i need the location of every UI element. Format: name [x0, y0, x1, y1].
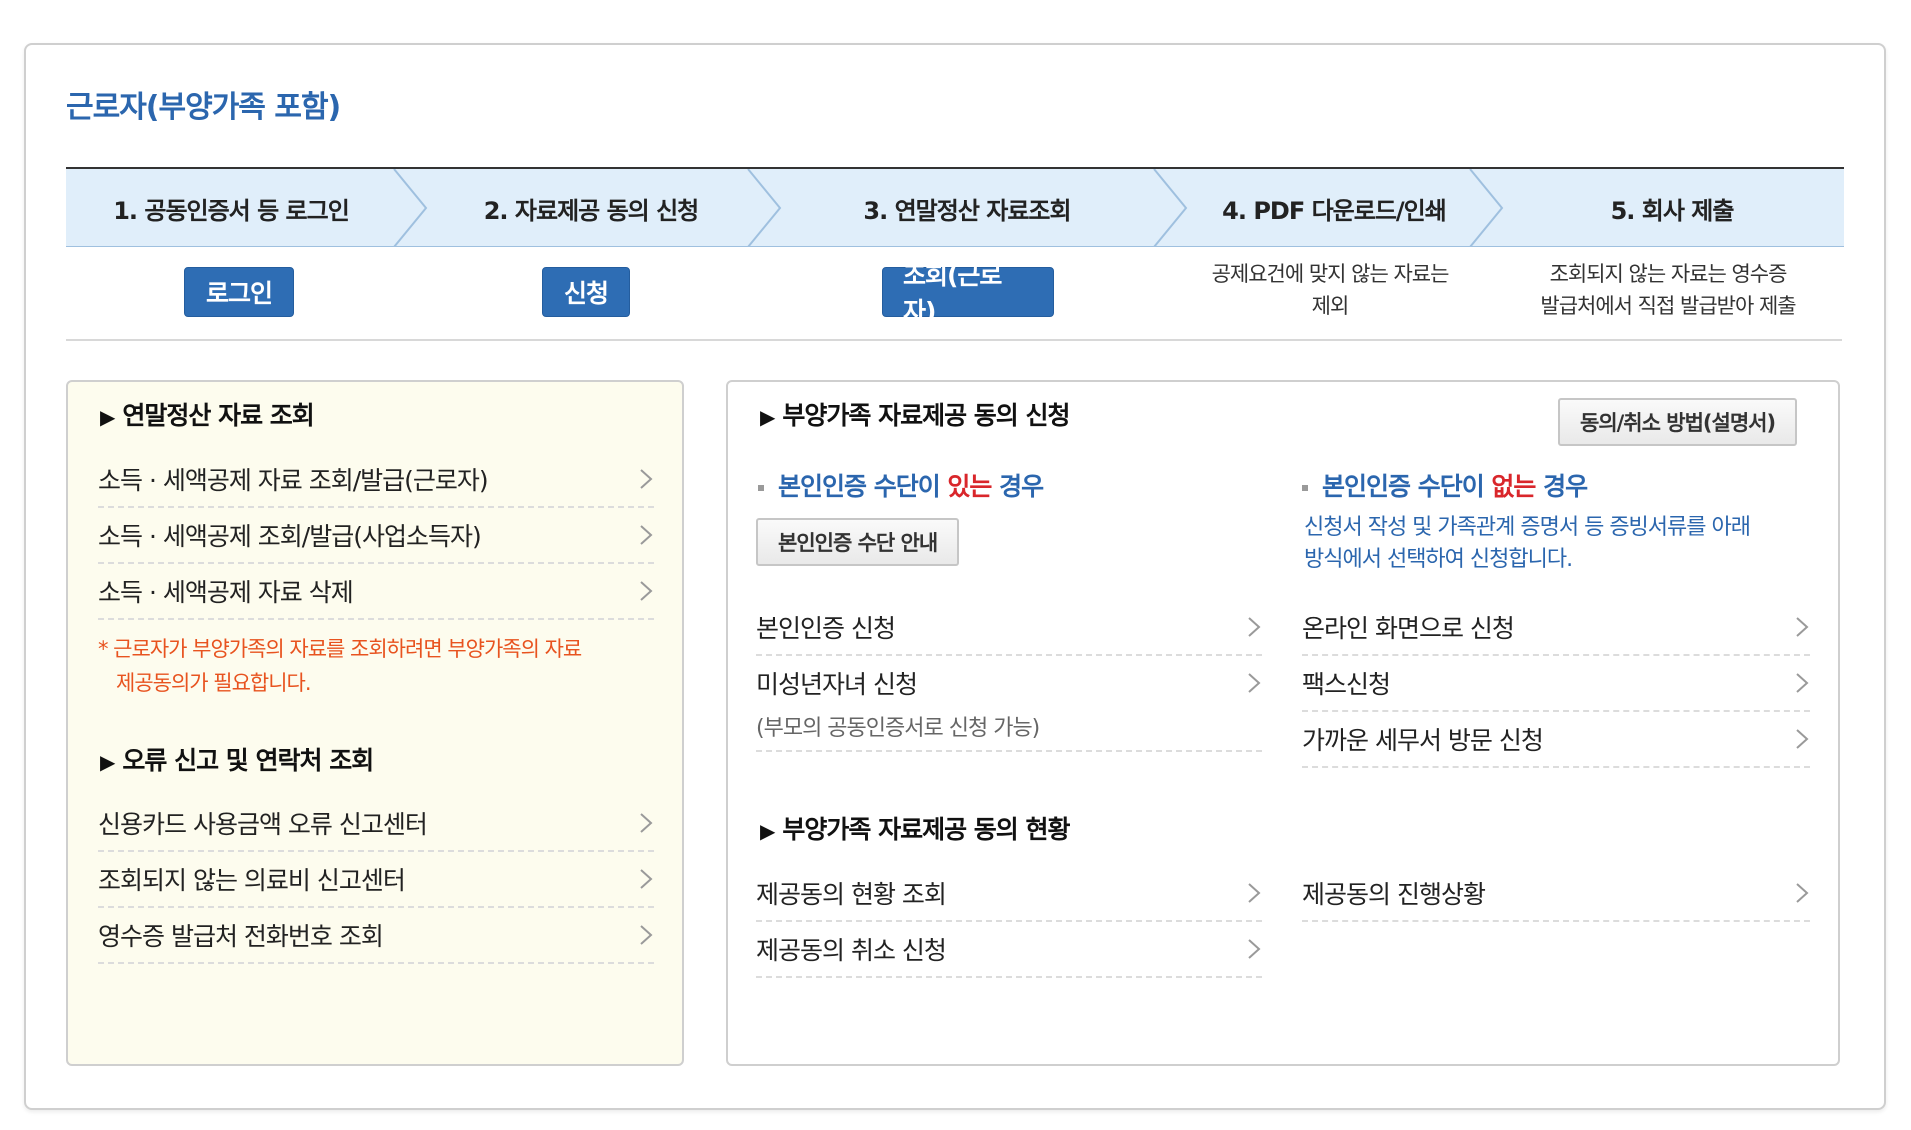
- list-item[interactable]: 가까운 세무서 방문 신청: [1302, 712, 1810, 768]
- list-item[interactable]: 미성년자녀 신청 (부모의 공동인증서로 신청 가능): [756, 656, 1262, 752]
- chevron-right-icon: [1796, 617, 1809, 637]
- with-auth-heading: 본인인증 수단이 있는 경우: [758, 467, 1044, 503]
- year-end-inquiry-title: ▶ 연말정산 자료 조회: [100, 401, 315, 430]
- list-item[interactable]: 제공동의 취소 신청: [756, 922, 1262, 978]
- list-item[interactable]: 온라인 화면으로 신청: [1302, 600, 1810, 656]
- chevron-right-icon: [1248, 939, 1261, 959]
- chevron-right-icon: [1248, 673, 1261, 693]
- divider: [66, 339, 1842, 341]
- list-item[interactable]: 본인인증 신청: [756, 600, 1262, 656]
- list-item[interactable]: 신용카드 사용금액 오류 신고센터: [98, 796, 654, 852]
- step-2: 2. 자료제공 동의 신청: [483, 196, 700, 225]
- step-3: 3. 연말정산 자료조회: [863, 196, 1071, 225]
- triangle-right-icon: ▶: [760, 819, 775, 843]
- step-4-note: 공제요건에 맞지 않는 자료는 제외: [1211, 262, 1450, 318]
- step-arrow-icon: [393, 169, 428, 247]
- list-item[interactable]: 소득 · 세액공제 자료 조회/발급(근로자): [98, 452, 654, 508]
- bullet-square-icon: [758, 485, 764, 491]
- step-1: 1. 공동인증서 등 로그인: [113, 196, 350, 225]
- triangle-right-icon: ▶: [100, 405, 115, 429]
- step-4: 4. PDF 다운로드/인쇄: [1222, 196, 1447, 225]
- list-item[interactable]: 소득 · 세액공제 자료 삭제: [98, 564, 654, 620]
- inquiry-button[interactable]: 조회(근로자): [882, 261, 1054, 326]
- list-item[interactable]: 소득 · 세액공제 조회/발급(사업소득자): [98, 508, 654, 564]
- triangle-right-icon: ▶: [100, 750, 115, 774]
- step-arrow-icon: [1469, 169, 1504, 247]
- list-item[interactable]: 팩스신청: [1302, 656, 1810, 712]
- list-item[interactable]: 조회되지 않는 의료비 신고센터: [98, 852, 654, 908]
- page-title: 근로자(부양가족 포함): [66, 90, 341, 125]
- chevron-right-icon: [640, 525, 653, 545]
- chevron-right-icon: [1248, 617, 1261, 637]
- step-5: 5. 회사 제출: [1610, 196, 1735, 225]
- chevron-right-icon: [640, 925, 653, 945]
- chevron-right-icon: [1796, 883, 1809, 903]
- chevron-right-icon: [640, 581, 653, 601]
- list-item[interactable]: 제공동의 현황 조회: [756, 866, 1262, 922]
- chevron-right-icon: [1796, 729, 1809, 749]
- chevron-right-icon: [1796, 673, 1809, 693]
- triangle-right-icon: ▶: [760, 405, 775, 429]
- consent-notice: * 근로자가 부양가족의 자료를 조회하려면 부양가족의 자료 제공동의가 필요…: [98, 637, 582, 695]
- consent-request-title: ▶ 부양가족 자료제공 동의 신청: [760, 401, 1071, 430]
- howto-button[interactable]: 동의/취소 방법(설명서): [1558, 398, 1798, 446]
- auth-guide-button[interactable]: 본인인증 수단 안내: [756, 518, 960, 566]
- chevron-right-icon: [1248, 883, 1261, 903]
- step-5-note: 조회되지 않는 자료는 영수증 발급처에서 직접 발급받아 제출: [1540, 262, 1796, 318]
- apply-button[interactable]: 신청: [542, 267, 630, 317]
- step-bar: 1. 공동인증서 등 로그인 2. 자료제공 동의 신청 3. 연말정산 자료조…: [66, 167, 1844, 247]
- consent-status-title: ▶ 부양가족 자료제공 동의 현황: [760, 815, 1071, 844]
- without-auth-note: 신청서 작성 및 가족관계 증명서 등 증빙서류를 아래 방식에서 선택하여 신…: [1304, 515, 1751, 572]
- chevron-right-icon: [640, 813, 653, 833]
- list-item[interactable]: 제공동의 진행상황: [1302, 866, 1810, 922]
- login-button[interactable]: 로그인: [184, 267, 294, 317]
- error-report-title: ▶ 오류 신고 및 연락처 조회: [100, 746, 374, 775]
- list-item[interactable]: 영수증 발급처 전화번호 조회: [98, 908, 654, 964]
- chevron-right-icon: [640, 869, 653, 889]
- bullet-square-icon: [1302, 485, 1308, 491]
- chevron-right-icon: [640, 469, 653, 489]
- without-auth-heading: 본인인증 수단이 없는 경우: [1302, 467, 1588, 503]
